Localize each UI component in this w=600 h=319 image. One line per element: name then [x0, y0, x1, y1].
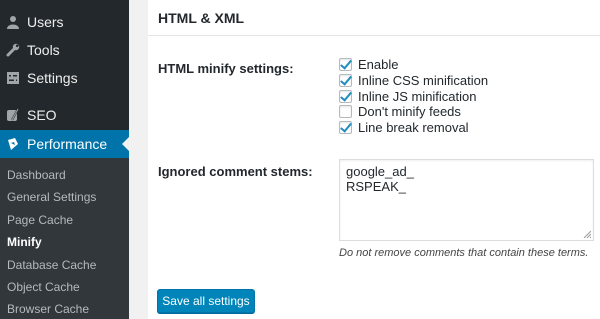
option-label: Enable	[358, 56, 399, 72]
textarea-line: RSPEAK_	[346, 179, 406, 194]
submenu-browser-cache[interactable]: Browser Cache	[7, 302, 89, 316]
option-label: Line break removal	[358, 119, 469, 135]
minify-settings-label: HTML minify settings:	[158, 61, 294, 76]
submenu-minify[interactable]: Minify	[7, 235, 42, 249]
option-dont-minify-feeds[interactable]: Don't minify feeds	[339, 103, 461, 119]
sidebar-item-label: Settings	[27, 70, 78, 86]
textarea-line: google_ad_	[346, 164, 414, 179]
admin-sidebar: Users Tools Settings SEO Performance Das…	[0, 0, 129, 319]
option-inline-css[interactable]: Inline CSS minification	[339, 72, 488, 88]
current-menu-arrow	[122, 137, 129, 151]
performance-icon	[6, 137, 20, 151]
sidebar-item-label: Performance	[27, 136, 108, 152]
seo-icon	[6, 108, 20, 122]
option-enable[interactable]: Enable	[339, 56, 398, 72]
sidebar-item-seo[interactable]: SEO	[0, 101, 129, 129]
sidebar-item-users[interactable]: Users	[0, 8, 129, 36]
option-label: Inline CSS minification	[358, 72, 489, 88]
option-label: Inline JS minification	[358, 88, 477, 104]
checkbox[interactable]	[339, 73, 352, 87]
settings-icon	[6, 71, 20, 85]
submenu-general-settings[interactable]: General Settings	[7, 190, 96, 204]
wrench-icon	[6, 43, 20, 57]
performance-submenu: Dashboard General Settings Page Cache Mi…	[0, 158, 129, 319]
submenu-object-cache[interactable]: Object Cache	[7, 280, 80, 294]
sidebar-item-label: SEO	[27, 107, 57, 123]
submenu-dashboard[interactable]: Dashboard	[7, 168, 66, 182]
checkbox[interactable]	[339, 89, 352, 103]
option-label: Don't minify feeds	[358, 103, 461, 119]
ignored-stems-textarea[interactable]: google_ad_ RSPEAK_	[339, 159, 594, 241]
resize-grip-icon[interactable]	[583, 230, 591, 238]
users-icon	[6, 15, 20, 29]
panel-title: HTML & XML	[158, 10, 245, 26]
checkbox[interactable]	[339, 104, 352, 118]
submenu-database-cache[interactable]: Database Cache	[7, 258, 96, 272]
option-inline-js[interactable]: Inline JS minification	[339, 88, 477, 104]
sidebar-item-label: Users	[27, 14, 64, 30]
sidebar-item-label: Tools	[27, 42, 60, 58]
sidebar-item-settings[interactable]: Settings	[0, 64, 129, 92]
submenu-page-cache[interactable]: Page Cache	[7, 213, 73, 227]
sidebar-item-performance[interactable]: Performance	[0, 130, 129, 158]
ignored-stems-label: Ignored comment stems:	[158, 164, 313, 179]
checkbox[interactable]	[339, 120, 352, 134]
save-all-settings-button[interactable]: Save all settings	[157, 289, 255, 313]
checkbox[interactable]	[339, 57, 352, 71]
ignored-stems-hint: Do not remove comments that contain thes…	[339, 247, 589, 259]
sidebar-item-tools[interactable]: Tools	[0, 36, 129, 64]
option-line-break-removal[interactable]: Line break removal	[339, 119, 469, 135]
